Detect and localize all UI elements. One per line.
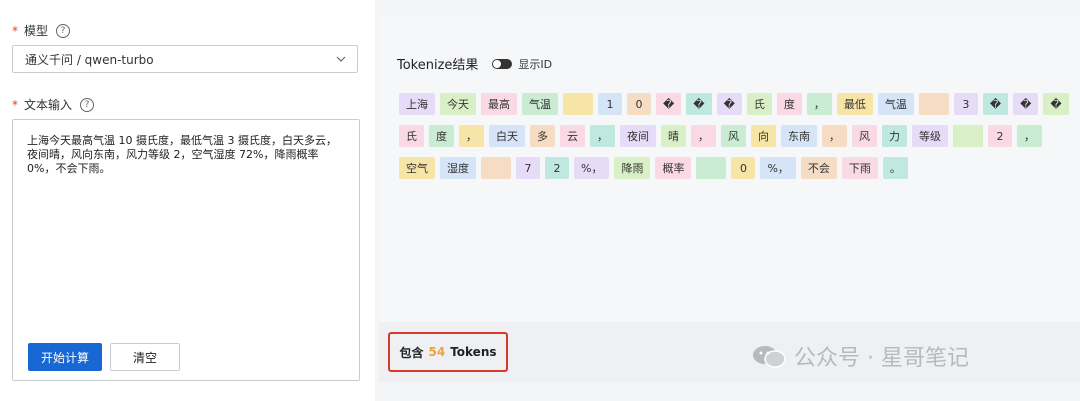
- help-icon[interactable]: ?: [56, 23, 71, 38]
- token-chip: 下雨: [841, 157, 878, 179]
- token-chip: 风: [852, 125, 877, 147]
- token-chip: 东南: [781, 125, 817, 147]
- token-chip: %，: [760, 157, 796, 179]
- tokenize-header: Tokenize结果 显示ID: [397, 54, 553, 74]
- token-chip: ，: [691, 125, 716, 147]
- token-chip: 多: [530, 125, 555, 147]
- token-chip: 。: [882, 157, 908, 179]
- token-chip: 氏: [746, 93, 772, 115]
- text-input-label: * 文本输入 ?: [12, 96, 95, 113]
- token-chip: 向: [751, 125, 776, 147]
- token-chip: [481, 157, 511, 179]
- token-count: 包含 54 Tokens: [388, 332, 508, 372]
- token-summary-bar: 包含 54 Tokens: [379, 322, 1080, 382]
- token-chip: [953, 125, 983, 147]
- token-chip: 降雨: [614, 157, 651, 179]
- token-chip: 概率: [655, 157, 692, 179]
- token-chip: [563, 93, 593, 115]
- input-panel: * 模型 ? 通义千问 / qwen-turbo * 文本输入 ? 上海今天最高…: [0, 0, 375, 401]
- text-input[interactable]: 上海今天最高气温 10 摄氏度，最低气温 3 摄氏度，白天多云， 夜间晴，风向东…: [12, 119, 360, 381]
- model-select[interactable]: 通义千问 / qwen-turbo: [12, 45, 358, 73]
- token-chip: ，: [1017, 125, 1042, 147]
- token-chip: 风: [721, 125, 746, 147]
- token-chip: 晴: [661, 125, 686, 147]
- token-chip: 最低: [836, 93, 873, 115]
- token-chip: [696, 157, 727, 179]
- watermark: 公众号 · 星哥笔记: [752, 340, 969, 372]
- token-chip: 7: [516, 157, 540, 179]
- wechat-icon: [753, 346, 786, 368]
- token-chip: 氏: [399, 125, 424, 147]
- token-chip: 最高: [481, 93, 517, 115]
- token-chip: 气温: [522, 93, 558, 115]
- token-chip: 上海: [399, 93, 435, 115]
- token-chip: 白天: [489, 125, 525, 147]
- help-icon[interactable]: ?: [80, 97, 95, 112]
- chevron-down-icon: [336, 56, 346, 62]
- token-chip: ，: [459, 125, 484, 147]
- token-chip: 不会: [800, 157, 837, 179]
- token-chip: �: [1043, 93, 1069, 115]
- token-chip: ，: [590, 125, 615, 147]
- token-chip: �: [1013, 93, 1039, 115]
- token-chip: 湿度: [440, 157, 476, 179]
- token-chip: �: [716, 93, 742, 115]
- token-chip: ，: [806, 93, 832, 115]
- token-chip: �: [686, 93, 712, 115]
- token-chip: 2: [545, 157, 569, 179]
- token-chip: 2: [988, 125, 1012, 147]
- token-chip: 空气: [399, 157, 435, 179]
- token-chip: 气温: [877, 93, 914, 115]
- token-chip: 度: [429, 125, 454, 147]
- token-chip: 云: [560, 125, 585, 147]
- token-chip: 今天: [440, 93, 476, 115]
- token-list: 上海 今天 最高 气温 1 0 � � � 氏度，最低 气温 3 � � � 氏度，白天多云，夜间晴，风向东南…: [399, 93, 1075, 179]
- tokenize-title: Tokenize结果: [397, 58, 479, 73]
- token-chip: 3: [953, 93, 978, 115]
- token-chip: 度: [776, 93, 802, 115]
- token-chip: ，: [822, 125, 847, 147]
- token-chip: [918, 93, 949, 115]
- token-count-value: 54: [428, 345, 446, 359]
- token-chip: �: [656, 93, 682, 115]
- token-chip: %，: [574, 157, 610, 179]
- token-chip: 0: [731, 157, 756, 179]
- show-id-label: 显示ID: [518, 57, 553, 71]
- token-chip: 等级: [912, 125, 948, 147]
- token-chip: 0: [627, 93, 651, 115]
- token-chip: 1: [598, 93, 622, 115]
- token-chip: 夜间: [620, 125, 656, 147]
- clear-button[interactable]: 清空: [110, 343, 180, 371]
- compute-button[interactable]: 开始计算: [28, 343, 102, 371]
- watermark-text: 公众号 · 星哥笔记: [794, 346, 969, 371]
- model-label: * 模型 ?: [12, 22, 71, 39]
- token-chip: �: [982, 93, 1009, 115]
- token-chip: 力: [882, 125, 907, 147]
- show-id-toggle[interactable]: [492, 58, 513, 69]
